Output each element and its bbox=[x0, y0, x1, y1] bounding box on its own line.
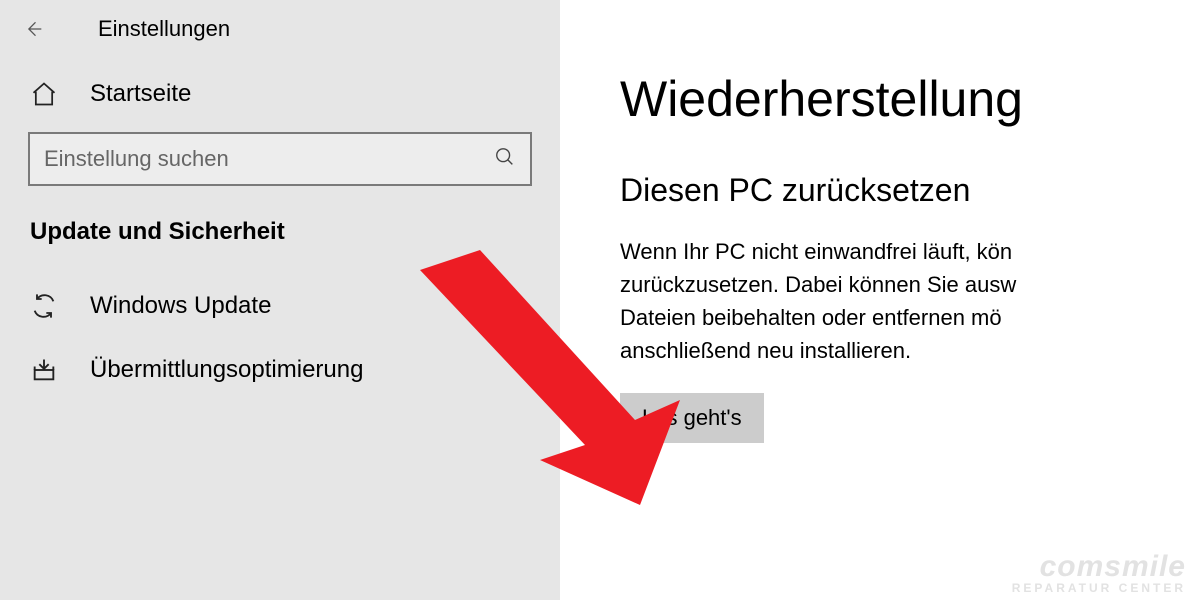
search-input[interactable] bbox=[44, 146, 494, 172]
sidebar-section-header: Update und Sicherheit bbox=[0, 208, 560, 274]
delivery-optimization-icon bbox=[30, 356, 70, 384]
sidebar-item-label: Übermittlungsoptimierung bbox=[90, 356, 363, 384]
subsection-title: Diesen PC zurücksetzen bbox=[620, 172, 1200, 209]
watermark-brand: comsmile bbox=[1012, 552, 1186, 582]
search-container bbox=[0, 132, 560, 186]
window-title: Einstellungen bbox=[98, 16, 230, 42]
back-arrow-icon[interactable] bbox=[20, 16, 46, 42]
reset-pc-button[interactable]: Los geht's bbox=[620, 393, 764, 443]
titlebar: Einstellungen bbox=[0, 10, 560, 62]
main-content: Wiederherstellung Diesen PC zurücksetzen… bbox=[560, 0, 1200, 600]
watermark: comsmile REPARATUR CENTER bbox=[1012, 552, 1186, 594]
settings-sidebar: Einstellungen Startseite Update und Sich… bbox=[0, 0, 560, 600]
home-icon bbox=[30, 80, 70, 108]
sidebar-item-delivery-optimization[interactable]: Übermittlungsoptimierung bbox=[0, 338, 560, 402]
sidebar-item-home[interactable]: Startseite bbox=[0, 62, 560, 126]
search-box[interactable] bbox=[28, 132, 532, 186]
sidebar-item-label: Windows Update bbox=[90, 292, 271, 320]
watermark-subtitle: REPARATUR CENTER bbox=[1012, 582, 1186, 594]
sync-icon bbox=[30, 292, 70, 320]
page-title: Wiederherstellung bbox=[620, 70, 1200, 128]
sidebar-item-windows-update[interactable]: Windows Update bbox=[0, 274, 560, 338]
reset-description: Wenn Ihr PC nicht einwandfrei läuft, kön… bbox=[620, 235, 1200, 367]
sidebar-home-label: Startseite bbox=[90, 80, 191, 108]
search-icon bbox=[494, 146, 516, 173]
